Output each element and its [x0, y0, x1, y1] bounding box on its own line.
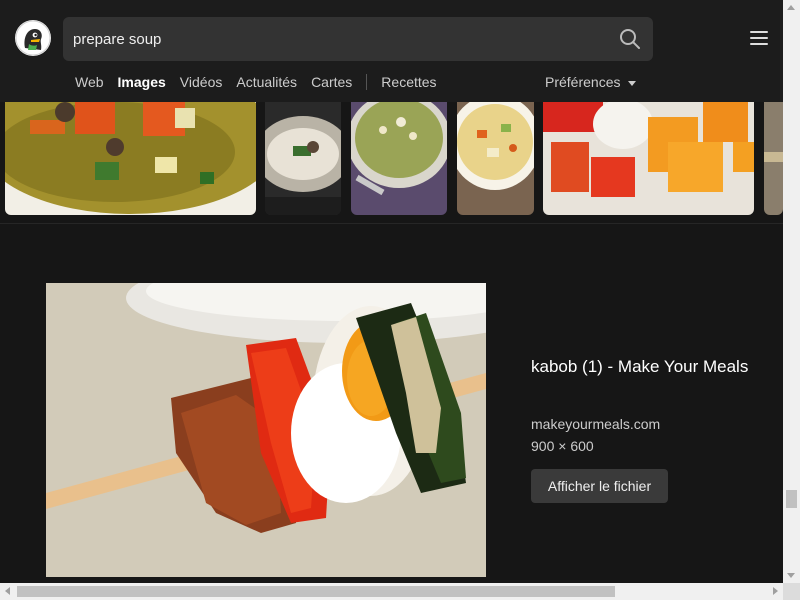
image-dimensions: 900 × 600 — [531, 438, 594, 454]
vertical-scrollbar[interactable] — [783, 0, 800, 583]
nav-news[interactable]: Actualités — [236, 74, 297, 90]
result-thumbnail[interactable] — [764, 102, 783, 215]
search-box — [63, 17, 653, 61]
horizontal-scroll-thumb[interactable] — [17, 586, 615, 597]
section-divider — [0, 223, 783, 224]
nav-videos[interactable]: Vidéos — [180, 74, 223, 90]
result-thumbnail[interactable] — [543, 102, 754, 215]
result-thumbnail[interactable] — [5, 102, 256, 215]
result-thumbnail[interactable] — [351, 102, 447, 215]
scroll-up-icon[interactable] — [787, 5, 795, 10]
scroll-left-icon[interactable] — [5, 587, 10, 595]
scrollbar-corner — [783, 583, 800, 600]
view-file-button[interactable]: Afficher le fichier — [531, 469, 668, 503]
selected-image-preview[interactable] — [46, 283, 486, 577]
scroll-right-icon[interactable] — [773, 587, 778, 595]
nav-separator — [366, 74, 368, 90]
search-input[interactable] — [73, 17, 613, 61]
vertical-scroll-thumb[interactable] — [786, 490, 797, 508]
preferences-dropdown[interactable]: Préférences — [545, 74, 637, 90]
scroll-down-icon[interactable] — [787, 573, 795, 578]
hamburger-menu-icon[interactable] — [750, 31, 768, 47]
nav-images[interactable]: Images — [118, 74, 166, 90]
search-type-nav: Web Images Vidéos Actualités Cartes Rece… — [75, 72, 451, 92]
result-thumbnail[interactable] — [457, 102, 534, 215]
search-icon[interactable] — [619, 28, 641, 50]
duckduckgo-logo[interactable] — [15, 20, 51, 56]
image-source[interactable]: makeyourmeals.com — [531, 416, 660, 432]
caret-down-icon — [628, 80, 637, 86]
result-thumbnail[interactable] — [265, 102, 341, 215]
header: Web Images Vidéos Actualités Cartes Rece… — [0, 0, 783, 102]
horizontal-scrollbar[interactable] — [0, 583, 783, 600]
image-title[interactable]: kabob (1) - Make Your Meals — [531, 356, 751, 378]
nav-web[interactable]: Web — [75, 74, 104, 90]
image-results-strip — [0, 102, 783, 222]
nav-recipes[interactable]: Recettes — [381, 74, 436, 90]
preferences-label: Préférences — [545, 74, 621, 90]
nav-maps[interactable]: Cartes — [311, 74, 352, 90]
